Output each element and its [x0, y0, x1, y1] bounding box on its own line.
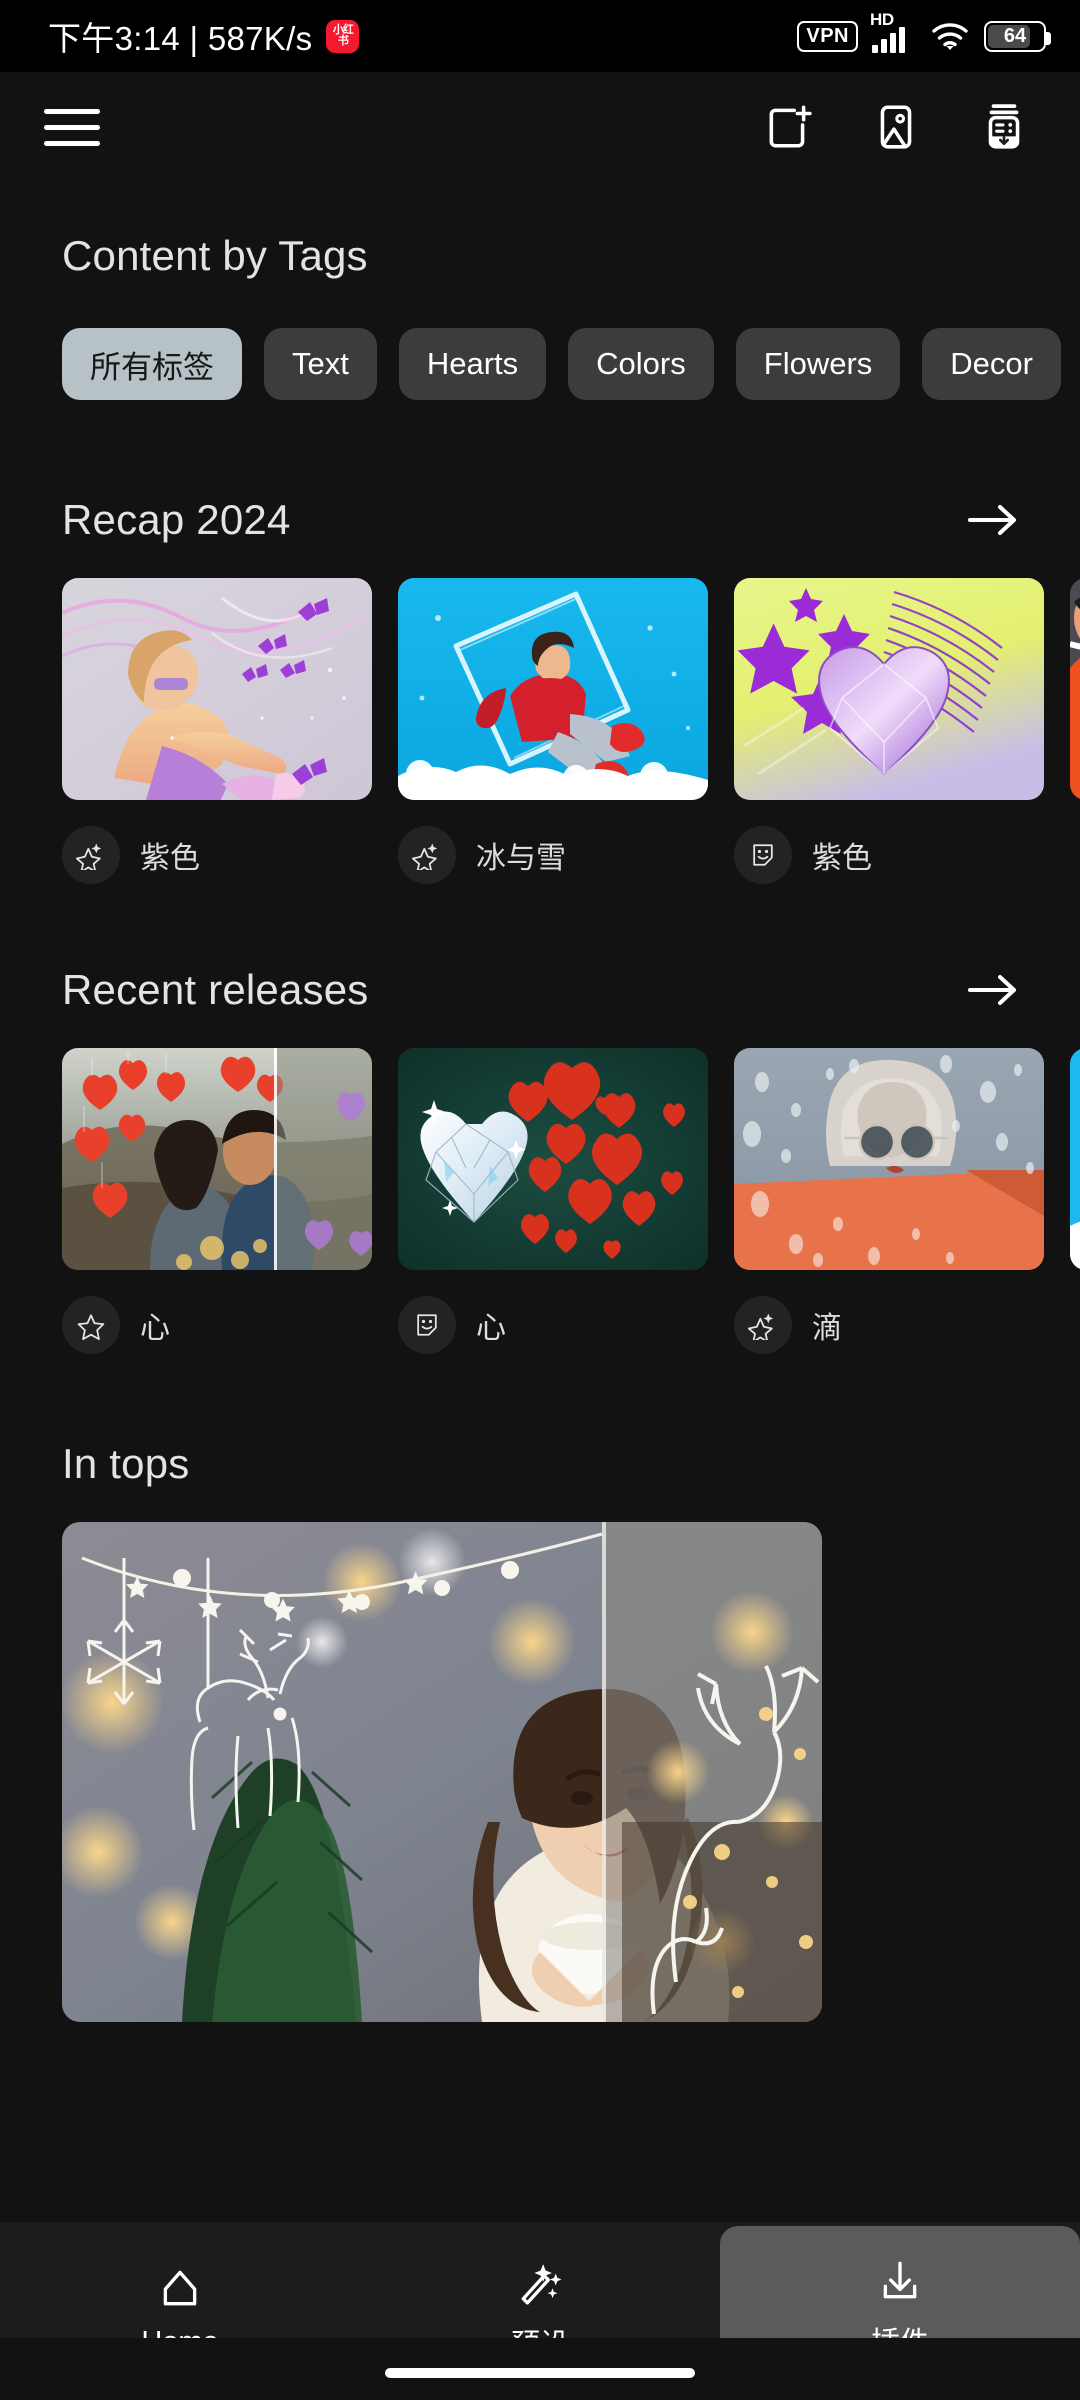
- magic-wand-icon: [517, 2259, 563, 2305]
- card-thumbnail[interactable]: [734, 1048, 1044, 1270]
- card-thumbnail[interactable]: [62, 578, 372, 800]
- card-caption: 心: [398, 1296, 708, 1354]
- toolbar-actions: [760, 99, 1032, 155]
- tag-chip-decor[interactable]: Decor: [922, 328, 1061, 400]
- card-caption-text: 紫色: [812, 842, 872, 875]
- card-caption: 心: [62, 1296, 372, 1354]
- card-caption-text: 心: [140, 1312, 170, 1345]
- recent-section-title: Recent releases: [62, 966, 369, 1013]
- scroll-content[interactable]: Content by Tags 所有标签 Text Hearts Colors …: [0, 182, 1080, 2400]
- recent-card-partial[interactable]: [1070, 1048, 1080, 1354]
- card-caption-text: 紫色: [140, 842, 200, 875]
- card-thumbnail[interactable]: [1070, 578, 1080, 800]
- download-plugin-icon: [877, 2257, 923, 2303]
- card-caption-text: 心: [476, 1312, 506, 1345]
- card-caption: 滴: [734, 1296, 1044, 1354]
- recent-card[interactable]: 心: [398, 1048, 708, 1354]
- saved-collection-icon[interactable]: [976, 99, 1032, 155]
- tag-chip-colors[interactable]: Colors: [568, 328, 714, 400]
- sparkle-star-icon: [62, 826, 120, 884]
- tags-section-title: Content by Tags: [62, 232, 368, 279]
- app-screen: 下午3:14 | 587K/s 小红书 VPN HD 64 Content by…: [0, 0, 1080, 2400]
- recap-card[interactable]: 紫色: [734, 578, 1044, 884]
- recent-card[interactable]: 滴: [734, 1048, 1044, 1354]
- card-thumbnail[interactable]: [398, 1048, 708, 1270]
- gesture-bar-area: [0, 2338, 1080, 2400]
- recap-section-title: Recap 2024: [62, 496, 291, 543]
- recent-section-header: Recent releases: [0, 966, 1080, 1014]
- recent-card-row[interactable]: 心 心 滴: [0, 1048, 1080, 1354]
- card-thumbnail[interactable]: [734, 578, 1044, 800]
- card-caption: 紫色: [62, 826, 372, 884]
- vpn-icon: VPN: [797, 20, 858, 52]
- recap-section-header: Recap 2024: [0, 496, 1080, 544]
- recap-card-partial[interactable]: [1070, 578, 1080, 884]
- card-caption: [1070, 1296, 1080, 1354]
- status-bar-left: 下午3:14 | 587K/s 小红书: [48, 12, 360, 60]
- signal-strength-icon: HD: [870, 10, 916, 53]
- card-caption: 紫色: [734, 826, 1044, 884]
- home-gesture-bar[interactable]: [385, 2368, 695, 2378]
- top-toolbar: [0, 72, 1080, 182]
- arrow-right-icon[interactable]: [966, 500, 1020, 540]
- add-new-project-icon[interactable]: [760, 99, 816, 155]
- recap-card-row[interactable]: 紫色 冰与雪 紫色: [0, 578, 1080, 884]
- sticker-smiley-icon: [398, 1296, 456, 1354]
- card-caption: [1070, 826, 1080, 884]
- battery-icon: 64: [984, 20, 1051, 52]
- card-thumbnail[interactable]: [62, 1048, 372, 1270]
- tag-chip-flowers[interactable]: Flowers: [735, 328, 901, 400]
- card-thumbnail[interactable]: [1070, 1048, 1080, 1270]
- status-bar-right: VPN HD 64: [797, 10, 1051, 53]
- recap-card[interactable]: 紫色: [62, 578, 372, 884]
- card-caption: 冰与雪: [398, 826, 708, 884]
- tag-chip-list[interactable]: 所有标签 Text Hearts Colors Flowers Decor S: [0, 328, 1080, 400]
- home-icon: [157, 2264, 203, 2310]
- app-notification-badge: 小红书: [326, 19, 360, 53]
- hd-label: HD: [870, 10, 894, 29]
- sparkle-star-icon: [734, 1296, 792, 1354]
- recent-card[interactable]: 心: [62, 1048, 372, 1354]
- arrow-right-icon[interactable]: [966, 970, 1020, 1010]
- hamburger-menu-icon[interactable]: [44, 103, 100, 151]
- status-bar: 下午3:14 | 587K/s 小红书 VPN HD 64: [0, 0, 1080, 72]
- intops-featured-card[interactable]: [62, 1522, 822, 2022]
- star-outline-icon: [62, 1296, 120, 1354]
- card-caption-text: 冰与雪: [476, 842, 566, 875]
- card-caption-text: 滴: [812, 1312, 842, 1345]
- card-thumbnail[interactable]: [398, 578, 708, 800]
- recap-card[interactable]: 冰与雪: [398, 578, 708, 884]
- tag-chip-all[interactable]: 所有标签: [62, 328, 242, 400]
- tag-chip-text[interactable]: Text: [264, 328, 377, 400]
- battery-level: 64: [1003, 24, 1027, 47]
- wifi-icon: [930, 20, 970, 52]
- sparkle-star-icon: [398, 826, 456, 884]
- sticker-smiley-icon: [734, 826, 792, 884]
- tag-chip-hearts[interactable]: Hearts: [398, 328, 547, 400]
- image-gallery-icon[interactable]: [868, 99, 924, 155]
- status-time: 下午3:14 | 587K/s: [48, 20, 313, 57]
- intops-section-title: In tops: [62, 1440, 190, 1487]
